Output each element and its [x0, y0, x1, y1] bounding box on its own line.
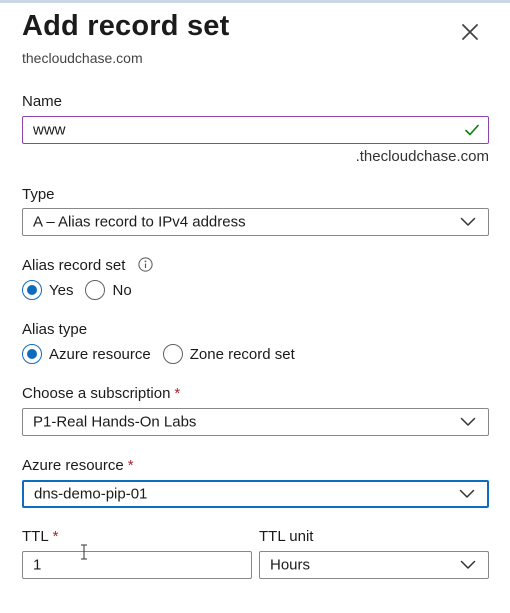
ttl-label-text: TTL — [22, 528, 49, 545]
name-input[interactable]: www — [22, 116, 489, 144]
name-label: Name — [22, 93, 63, 110]
type-dropdown[interactable]: A – Alias record to IPv4 address — [22, 208, 489, 236]
required-mark: * — [127, 457, 134, 474]
subscription-dropdown[interactable]: P1-Real Hands-On Labs — [22, 408, 489, 436]
ttl-unit-dropdown[interactable]: Hours — [259, 551, 489, 579]
panel-title: Add record set — [22, 10, 230, 42]
subscription-label: Choose a subscription * — [22, 385, 180, 402]
alias-record-set-yes-label[interactable]: Yes — [49, 282, 73, 299]
alias-type-azure-resource-label[interactable]: Azure resource — [49, 346, 151, 363]
checkmark-icon — [465, 124, 479, 136]
chevron-down-icon[interactable] — [459, 489, 475, 499]
alias-type-zone-record-set-label[interactable]: Zone record set — [190, 346, 295, 363]
info-icon[interactable] — [137, 257, 153, 272]
alias-record-set-label: Alias record set — [22, 257, 153, 274]
azure-resource-dropdown[interactable]: dns-demo-pip-01 — [22, 480, 489, 508]
alias-record-set-label-text: Alias record set — [22, 257, 126, 274]
top-border — [0, 0, 510, 3]
alias-type-label: Alias type — [22, 321, 88, 338]
ttl-unit-dropdown-value: Hours — [270, 556, 311, 574]
ttl-unit-label: TTL unit — [259, 528, 314, 545]
type-dropdown-value: A – Alias record to IPv4 address — [33, 213, 246, 231]
subscription-label-text: Choose a subscription — [22, 385, 171, 402]
alias-type-azure-resource-radio[interactable]: Azure resource — [22, 344, 151, 364]
type-label: Type — [22, 186, 55, 203]
radio-unselected-icon[interactable] — [162, 344, 183, 364]
azure-resource-dropdown-value: dns-demo-pip-01 — [34, 485, 148, 503]
name-input-value[interactable]: www — [33, 122, 66, 139]
alias-type-radio-group: Azure resource Zone record set — [22, 344, 307, 364]
radio-unselected-icon[interactable] — [85, 280, 106, 300]
alias-record-set-radio-group: Yes No — [22, 280, 144, 300]
required-mark: * — [174, 385, 181, 402]
chevron-down-icon[interactable] — [460, 560, 476, 570]
text-cursor-icon — [81, 544, 87, 560]
chevron-down-icon[interactable] — [460, 417, 476, 427]
azure-resource-label-text: Azure resource — [22, 457, 124, 474]
subscription-dropdown-value: P1-Real Hands-On Labs — [33, 413, 197, 431]
alias-record-set-yes-radio[interactable]: Yes — [22, 280, 73, 300]
close-icon[interactable] — [458, 20, 482, 44]
ttl-input[interactable]: 1 — [22, 551, 252, 579]
close-button[interactable] — [458, 20, 482, 44]
alias-record-set-no-label[interactable]: No — [112, 282, 131, 299]
panel-subtitle: thecloudchase.com — [22, 50, 143, 66]
chevron-down-icon[interactable] — [460, 217, 476, 227]
radio-selected-icon[interactable] — [22, 344, 42, 364]
alias-type-zone-record-set-radio[interactable]: Zone record set — [162, 344, 295, 364]
name-suffix: .thecloudchase.com — [355, 148, 489, 165]
required-mark: * — [52, 528, 59, 545]
ttl-label: TTL * — [22, 528, 59, 545]
azure-resource-label: Azure resource * — [22, 457, 134, 474]
ttl-input-value[interactable]: 1 — [33, 557, 41, 574]
radio-selected-icon[interactable] — [22, 280, 42, 300]
alias-record-set-no-radio[interactable]: No — [85, 280, 132, 300]
